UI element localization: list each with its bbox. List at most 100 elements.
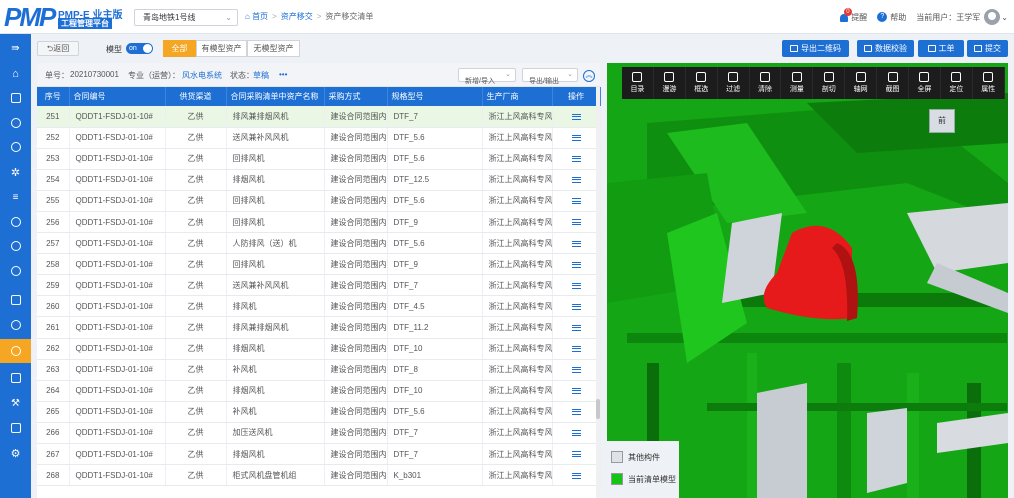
user-menu[interactable]: 当前用户：王学军 ⌄ — [916, 9, 1008, 25]
menu-icon[interactable] — [571, 324, 581, 331]
row-action-cell — [552, 148, 601, 170]
hammer-icon[interactable]: ⚒ — [0, 391, 31, 415]
breadcrumb-separator: > — [272, 12, 277, 21]
collapse-icon[interactable]: ︽ — [583, 70, 595, 82]
clock-icon[interactable] — [0, 210, 31, 234]
tab-without-model[interactable]: 无模型资产 — [247, 40, 300, 57]
qrcode-icon — [790, 45, 798, 52]
menu-icon[interactable] — [571, 135, 581, 142]
app-logo[interactable]: PMP PMP-E 业主版 工程管理平台 — [4, 3, 124, 31]
menu-icon[interactable] — [571, 198, 581, 205]
menu-icon[interactable] — [571, 113, 581, 120]
chart-icon[interactable] — [0, 366, 31, 390]
table-row[interactable]: 263 QDDT1-FSDJ-01-10# 乙供 补风机 建设合同范围内 DTF_8 浙江上… — [37, 359, 601, 381]
table-row[interactable]: 259 QDDT1-FSDJ-01-10# 乙供 送风兼补风风机 建设合同范围内 DTF_… — [37, 274, 601, 297]
table-scrollbar[interactable] — [596, 87, 600, 498]
viewer-tool-1[interactable]: 目录 — [622, 67, 654, 99]
row-action-cell — [552, 401, 601, 423]
submit-button[interactable]: 提交 — [967, 40, 1008, 57]
table-row[interactable]: 255 QDDT1-FSDJ-01-10# 乙供 回排风机 建设合同范围内 DTF_5.6… — [37, 190, 601, 212]
work-order-button[interactable]: 工单 — [918, 40, 964, 57]
export-dropdown[interactable]: 导出/输出 ⌄ — [522, 68, 578, 85]
table-row[interactable]: 268 QDDT1-FSDJ-01-10# 乙供 柜式风机盘管机组 建设合同范围内 K_b… — [37, 464, 601, 487]
menu-icon[interactable] — [571, 345, 581, 352]
table-row[interactable]: 265 QDDT1-FSDJ-01-10# 乙供 补风机 建设合同范围内 DTF_5.6 浙… — [37, 401, 601, 423]
grid-icon[interactable] — [0, 86, 31, 110]
menu-icon[interactable] — [571, 367, 581, 374]
table-cell: K_b301 — [387, 464, 483, 487]
table-row[interactable]: 260 QDDT1-FSDJ-01-10# 乙供 排风机 建设合同范围内 DTF_4.5 浙… — [37, 295, 601, 318]
settings-icon[interactable]: ⚙ — [0, 441, 31, 465]
breadcrumb-asset-transfer[interactable]: 资产移交 — [281, 12, 313, 21]
table-row[interactable]: 254 QDDT1-FSDJ-01-10# 乙供 排烟风机 建设合同范围内 DTF_12.… — [37, 169, 601, 191]
import-dropdown[interactable]: 新增/导入 ⌄ — [458, 68, 516, 85]
remind-badge: 0 — [844, 7, 852, 16]
scrollbar-thumb[interactable] — [596, 399, 600, 419]
viewer-tool-3[interactable]: 框选 — [686, 67, 718, 99]
tab-with-model[interactable]: 有模型资产 — [196, 40, 247, 57]
camera-icon[interactable] — [0, 135, 31, 159]
table-row[interactable]: 267 QDDT1-FSDJ-01-10# 乙供 排烟风机 建设合同范围内 DTF_7 浙江… — [37, 443, 601, 466]
asset-icon[interactable] — [0, 339, 31, 363]
table-row[interactable]: 257 QDDT1-FSDJ-01-10# 乙供 人防排风（送）机 建设合同范围内 DTF… — [37, 232, 601, 255]
menu-icon[interactable] — [571, 219, 581, 226]
help-button[interactable]: ? 帮助 — [877, 12, 906, 23]
model-toggle[interactable]: on — [126, 43, 153, 54]
more-button[interactable]: ••• — [279, 70, 287, 79]
back-button[interactable]: ⮌返回 — [37, 41, 79, 56]
data-check-button[interactable]: 数据校验 — [857, 40, 914, 57]
remind-button[interactable]: 0 提醒 — [839, 7, 867, 23]
export-qrcode-button[interactable]: 导出二维码 — [782, 40, 849, 57]
breadcrumb-home[interactable]: 首页 — [252, 12, 268, 21]
viewer-tool-4[interactable]: 过滤 — [718, 67, 750, 99]
gear-icon[interactable]: ✲ — [0, 160, 31, 184]
doc-icon[interactable] — [0, 288, 31, 312]
menu-icon[interactable] — [571, 156, 581, 163]
viewer-tool-5[interactable]: 清除 — [750, 67, 782, 99]
sliders-icon[interactable]: ≡ — [0, 185, 31, 209]
home-icon[interactable]: ⌂ — [0, 62, 31, 86]
table-cell: QDDT1-FSDJ-01-10# — [69, 380, 166, 402]
project-select[interactable]: 青岛地铁1号线 ⌄ — [134, 9, 238, 26]
compass-icon[interactable] — [0, 313, 31, 337]
viewer-tool-10[interactable]: 全屏 — [909, 67, 941, 99]
other-component — [907, 203, 1008, 273]
table-row[interactable]: 262 QDDT1-FSDJ-01-10# 乙供 排烟风机 建设合同范围内 DTF_10 浙… — [37, 338, 601, 360]
menu-icon[interactable] — [571, 177, 581, 184]
viewer-tool-8[interactable]: 轴网 — [845, 67, 878, 99]
viewer-tool-11[interactable]: 定位 — [941, 67, 973, 99]
menu-icon[interactable] — [571, 303, 581, 310]
menu-icon[interactable] — [571, 409, 581, 416]
model-viewer[interactable]: 目录 漫游 框选 过滤 清除 测量 剖切 轴网 截图 全屏 定位 属性 前 其他构件 当前清单模型 — [607, 63, 1008, 498]
menu-icon[interactable] — [571, 240, 581, 247]
tab-all[interactable]: 全部 — [163, 40, 196, 57]
viewer-tool-9[interactable]: 截图 — [877, 67, 910, 99]
major-label: 专业（运营）： — [128, 71, 180, 80]
check-icon[interactable] — [0, 234, 31, 258]
flow-icon[interactable] — [0, 111, 31, 135]
table-row[interactable]: 258 QDDT1-FSDJ-01-10# 乙供 回排风机 建设合同范围内 DTF_9 浙江… — [37, 253, 601, 276]
menu-icon[interactable] — [571, 451, 581, 458]
viewer-tool-2[interactable]: 漫游 — [654, 67, 686, 99]
table-row[interactable]: 252 QDDT1-FSDJ-01-10# 乙供 送风兼补风风机 建设合同范围内 DTF_… — [37, 127, 601, 149]
menu-icon[interactable] — [571, 472, 581, 479]
expand-icon[interactable]: ⇛ — [0, 36, 31, 60]
menu-icon[interactable] — [571, 430, 581, 437]
menu-icon[interactable] — [571, 261, 581, 268]
viewer-tool-12[interactable]: 属性 — [973, 67, 1005, 99]
table-row[interactable]: 264 QDDT1-FSDJ-01-10# 乙供 排烟风机 建设合同范围内 DTF_10 浙… — [37, 380, 601, 402]
table-cell: 浙江上风高科专风实 — [482, 338, 553, 360]
person-icon[interactable] — [0, 259, 31, 283]
viewer-tool-6[interactable]: 测量 — [781, 67, 814, 99]
table-row[interactable]: 261 QDDT1-FSDJ-01-10# 乙供 排风兼排烟风机 建设合同范围内 DTF_… — [37, 316, 601, 339]
table-row[interactable]: 266 QDDT1-FSDJ-01-10# 乙供 加压送风机 建设合同范围内 DTF_7 浙… — [37, 422, 601, 445]
table-row[interactable]: 256 QDDT1-FSDJ-01-10# 乙供 回排风机 建设合同范围内 DTF_9 浙江… — [37, 211, 601, 234]
menu-icon[interactable] — [571, 282, 581, 289]
card-icon[interactable] — [0, 416, 31, 440]
viewer-tool-7[interactable]: 剖切 — [813, 67, 846, 99]
table-row[interactable]: 251 QDDT1-FSDJ-01-10# 乙供 排风兼排烟风机 建设合同范围内 DTF_… — [37, 106, 601, 128]
view-cube[interactable]: 前 — [929, 109, 955, 133]
table-row[interactable]: 253 QDDT1-FSDJ-01-10# 乙供 回排风机 建设合同范围内 DTF_5.6… — [37, 148, 601, 170]
bell-icon: 0 — [839, 7, 852, 23]
menu-icon[interactable] — [571, 388, 581, 395]
